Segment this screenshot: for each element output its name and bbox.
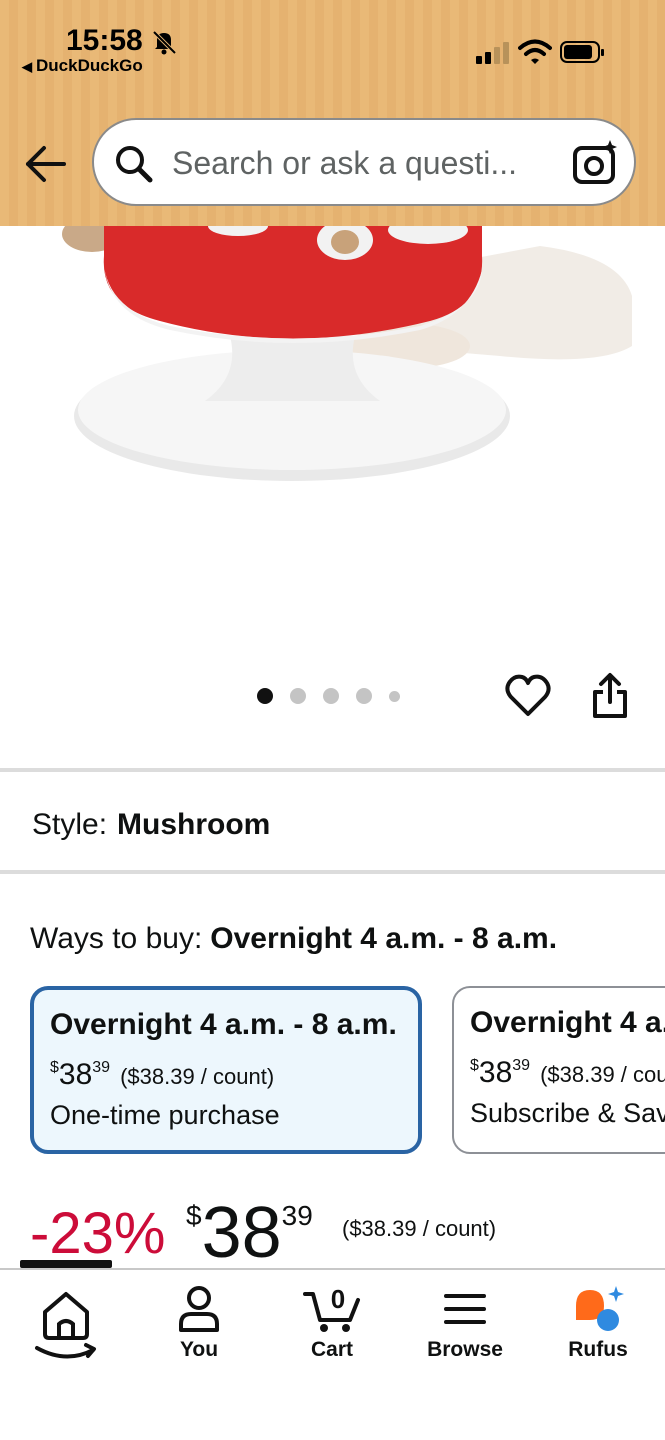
nav-browse[interactable]: Browse [405,1284,525,1362]
product-image[interactable] [0,226,665,656]
carousel-dot[interactable] [290,688,306,704]
style-selector[interactable]: Style: Mushroom [32,808,270,842]
cellular-signal-icon [476,42,509,64]
option-purchase-type: Subscribe & Save [470,1098,665,1128]
nav-you-label: You [179,1338,219,1361]
option-purchase-type: One-time purchase [50,1100,280,1130]
home-icon [35,1292,96,1359]
section-divider [0,870,665,874]
top-header: 15:58 ◀ DuckDuckGo [0,0,665,226]
carousel-dot[interactable] [257,688,273,704]
nav-rufus[interactable]: Rufus [538,1284,658,1362]
nav-home[interactable] [6,1284,126,1368]
cart-icon: 0 [303,1284,360,1332]
bottom-nav-bar: You 0 Cart Browse Rufus [0,1260,665,1440]
option-price: $3839($38.39 / count) [470,1056,665,1089]
carousel-dot[interactable] [389,690,400,702]
section-divider [0,768,665,772]
search-bar[interactable] [92,118,636,206]
style-label: Style: [32,808,108,841]
carousel-dots[interactable] [257,688,400,704]
discount-percent: -23% [30,1201,166,1266]
wifi-icon [518,39,552,64]
option-price: $3839($38.39 / count) [50,1058,275,1091]
bell-muted-icon [152,30,177,55]
back-app-label: DuckDuckGo [36,56,143,75]
back-to-app-link[interactable]: ◀ DuckDuckGo [22,56,143,76]
nav-you[interactable]: You [139,1284,259,1362]
person-icon [179,1286,219,1332]
menu-icon [444,1294,486,1324]
rufus-icon [576,1286,624,1331]
ways-to-buy-heading: Ways to buy: Overnight 4 a.m. - 8 a.m. [30,922,557,956]
nav-cart[interactable]: 0 Cart [272,1284,392,1362]
nav-rufus-label: Rufus [568,1338,628,1361]
carousel-dot[interactable] [356,688,372,704]
price-per-unit: ($38.39 / count) [342,1216,497,1241]
option-title: Overnight 4 a.m. - 8 a.m. [50,1008,397,1041]
share-icon[interactable] [590,672,630,720]
cart-count: 0 [331,1284,345,1314]
active-tab-indicator [20,1260,112,1268]
style-value: Mushroom [117,808,271,841]
status-time: 15:58 [66,24,143,57]
nav-browse-label: Browse [427,1338,503,1361]
camera-lens-icon[interactable] [572,140,620,188]
search-input[interactable] [170,136,544,190]
ways-to-buy-value: Overnight 4 a.m. - 8 a.m. [210,922,558,955]
back-triangle-icon: ◀ [22,59,32,74]
ways-to-buy-label: Ways to buy: [30,922,203,955]
product-photo-illustration [62,226,632,481]
search-icon [116,146,153,183]
price-value: $3839 [186,1193,313,1273]
nav-cart-label: Cart [310,1338,353,1361]
heart-icon[interactable] [504,672,552,720]
buy-option-card[interactable]: Overnight 4 a.m. - 8 a.m. $3839($38.39 /… [452,986,665,1154]
back-arrow-icon[interactable] [24,142,68,186]
carousel-dot[interactable] [323,688,339,704]
buy-option-card[interactable]: Overnight 4 a.m. - 8 a.m. $3839($38.39 /… [30,986,422,1154]
battery-icon [560,41,604,63]
option-title: Overnight 4 a.m. - 8 a.m. [470,1006,665,1039]
